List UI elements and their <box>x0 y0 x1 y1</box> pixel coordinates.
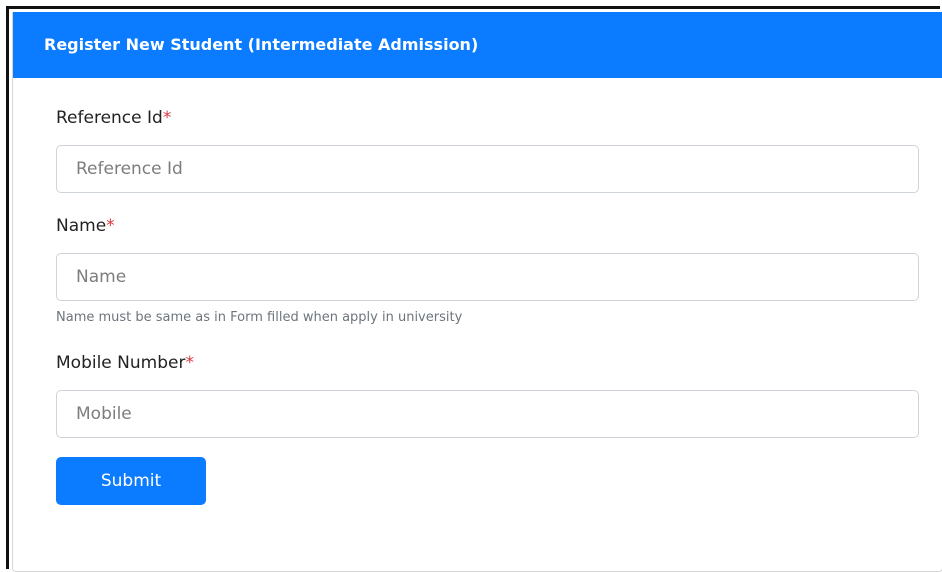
form-title: Register New Student (Intermediate Admis… <box>44 35 479 54</box>
mobile-number-label-text: Mobile Number <box>56 353 186 373</box>
mobile-number-input[interactable] <box>56 390 919 438</box>
name-help-text: Name must be same as in Form filled when… <box>56 310 463 325</box>
registration-card: Register New Student (Intermediate Admis… <box>12 12 942 572</box>
reference-id-input[interactable] <box>56 145 919 193</box>
mobile-number-label: Mobile Number* <box>56 353 194 373</box>
required-asterisk: * <box>162 108 172 128</box>
name-label: Name* <box>56 216 115 236</box>
submit-button[interactable]: Submit <box>56 457 206 505</box>
name-label-text: Name <box>56 216 107 236</box>
reference-id-label-text: Reference Id <box>56 108 163 128</box>
card-header: Register New Student (Intermediate Admis… <box>13 12 942 78</box>
required-asterisk: * <box>106 216 115 236</box>
required-asterisk: * <box>185 353 194 373</box>
reference-id-label: Reference Id* <box>56 108 171 128</box>
name-input[interactable] <box>56 253 919 301</box>
window-frame: Register New Student (Intermediate Admis… <box>6 6 942 572</box>
